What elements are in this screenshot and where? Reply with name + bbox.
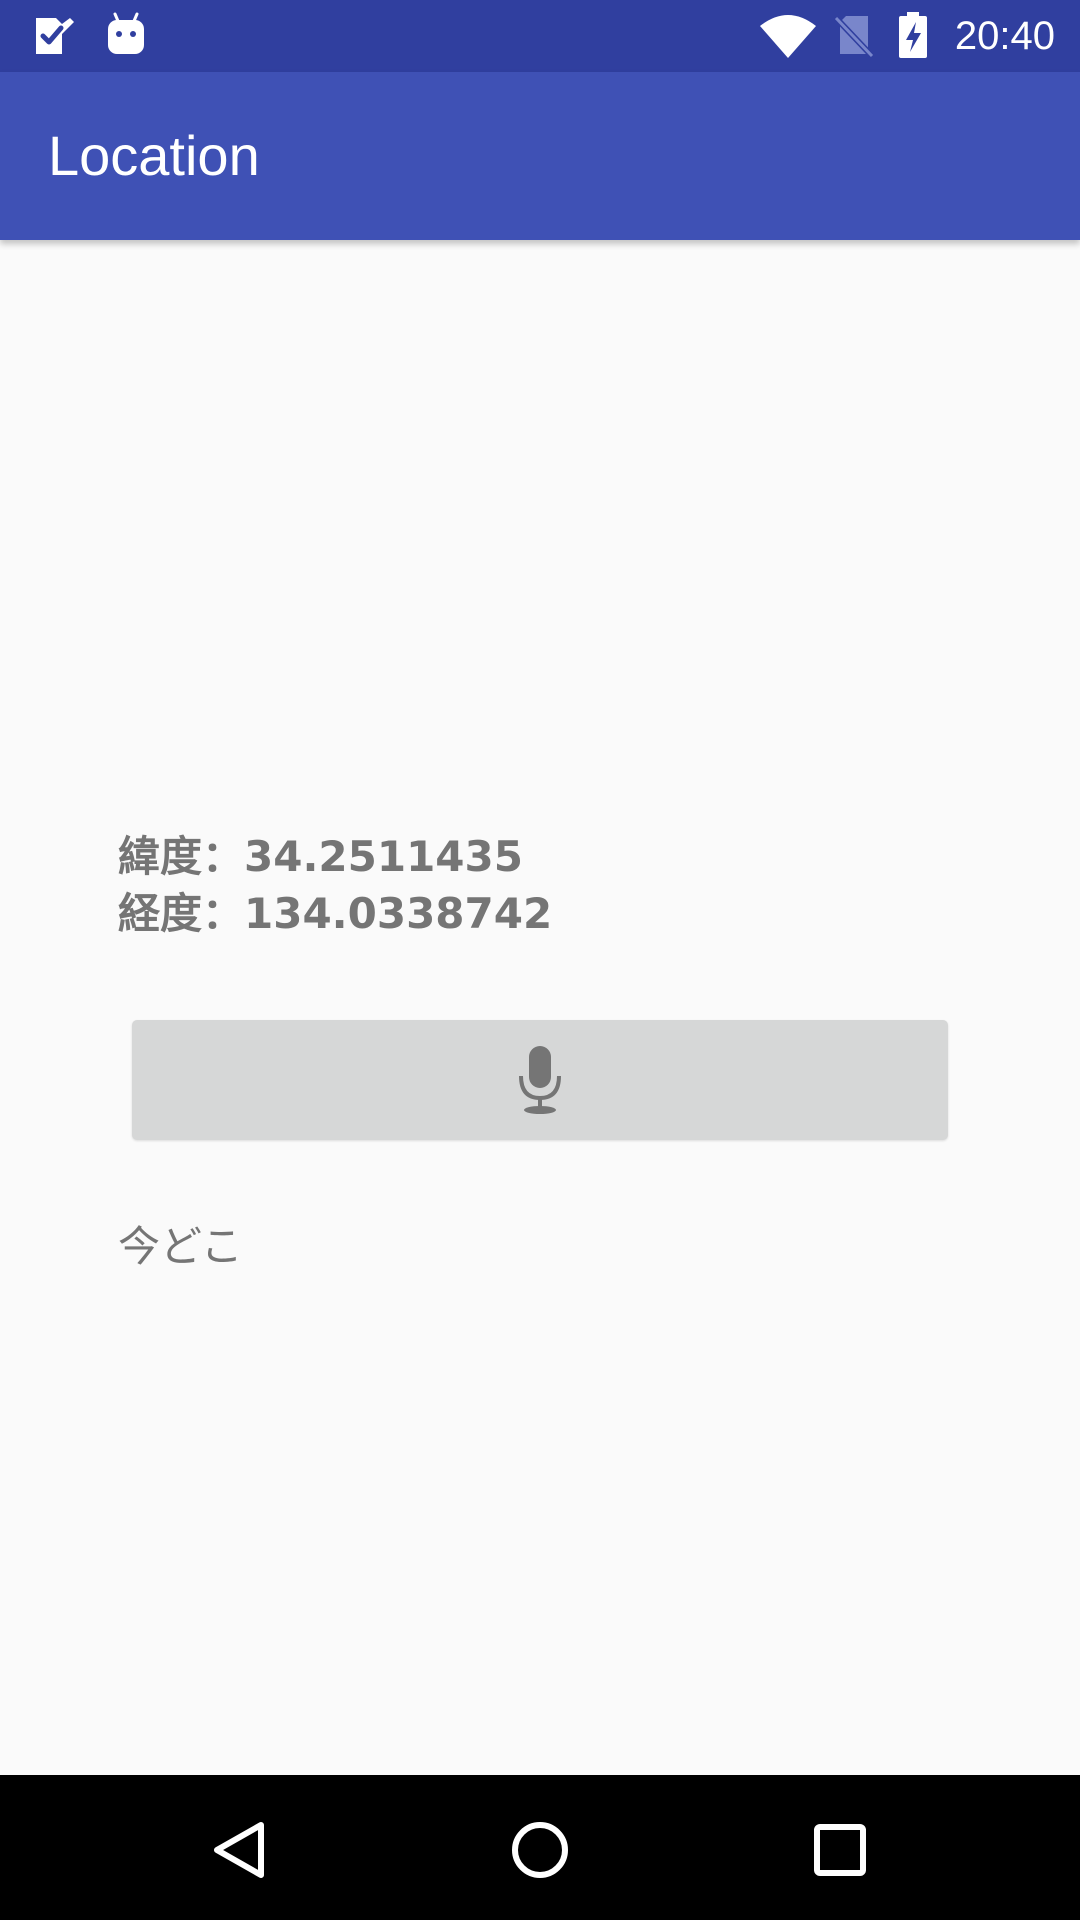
main-content [0, 240, 1080, 1775]
home-icon[interactable] [495, 1805, 585, 1895]
microphone-icon [519, 1046, 561, 1114]
android-debug-icon [108, 12, 144, 54]
app-title: Location [48, 124, 260, 187]
navigation-bar [0, 1775, 1080, 1920]
status-time: 20:40 [954, 14, 1055, 58]
status-bar: 20:40 [0, 0, 1080, 72]
back-icon[interactable] [195, 1805, 285, 1895]
wifi-icon [760, 15, 816, 58]
speech-result-text: 今どこ [118, 1222, 243, 1271]
task-check-icon [36, 18, 74, 54]
no-sim-icon [834, 15, 874, 58]
longitude-text: 経度：134.0338742 [118, 889, 553, 938]
latitude-text: 緯度：34.2511435 [118, 832, 523, 881]
recents-icon[interactable] [795, 1805, 885, 1895]
voice-input-button[interactable] [132, 1020, 948, 1140]
battery-charging-icon [899, 12, 927, 58]
app-bar: Location [0, 72, 1080, 240]
